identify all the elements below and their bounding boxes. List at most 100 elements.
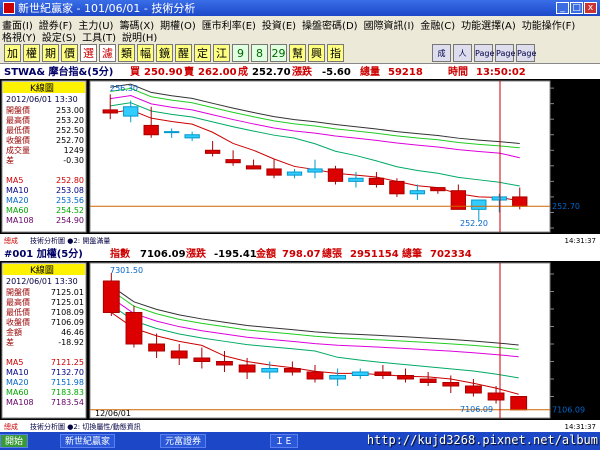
- ma-label: MA60: [6, 388, 29, 397]
- toolbar-button[interactable]: 8: [251, 44, 268, 62]
- toolbar-button[interactable]: 定: [194, 44, 211, 62]
- toolbar-button[interactable]: 幫: [289, 44, 306, 62]
- y-tick-label: 7250: [558, 305, 578, 314]
- chart-mtx: STWA& 摩台指&(5分) 買 250.90 賣 262.00 成 252.70 漲跌 -5.…: [0, 64, 600, 246]
- toolbar-page-button[interactable]: Page: [495, 44, 515, 62]
- candle-body: [261, 368, 279, 373]
- amount-label: 金額: [255, 247, 276, 260]
- info-label: 最高價: [6, 297, 30, 307]
- ma-value: 7151.98: [51, 378, 84, 387]
- menu-item[interactable]: 國際資訊(I): [364, 21, 415, 32]
- info-value: 253.20: [56, 116, 84, 125]
- candle-body: [283, 368, 301, 373]
- start-button[interactable]: 開始: [0, 434, 29, 448]
- y-tick-label: 253.5: [558, 177, 581, 186]
- ma-label: MA5: [6, 176, 23, 185]
- ma-value: 253.08: [56, 186, 84, 195]
- vol-value: 2951154: [350, 249, 399, 260]
- y-tick-label: 7175: [558, 358, 578, 367]
- toolbar-button[interactable]: 29: [270, 44, 287, 62]
- info-label: 差: [6, 155, 14, 165]
- last-value: 252.70: [252, 67, 291, 78]
- footer-left: 總成: [4, 422, 18, 431]
- close-button[interactable]: x: [584, 2, 597, 14]
- menu-item[interactable]: 投資(E): [262, 21, 296, 32]
- candle-body: [487, 392, 505, 401]
- menu-item[interactable]: 期權(O): [160, 21, 196, 32]
- ma-label: MA10: [6, 368, 29, 377]
- time-value: 13:50:02: [476, 67, 526, 78]
- info-title: K線圖: [30, 82, 54, 94]
- toolbar-page-button[interactable]: 成: [432, 44, 451, 62]
- toolbar-button[interactable]: 幅: [137, 44, 154, 62]
- chg-label: 漲跌: [292, 65, 313, 78]
- candle-body: [102, 280, 120, 313]
- candle-body: [351, 371, 369, 376]
- info-label: 金額: [6, 327, 22, 337]
- menu-item[interactable]: 功能操作(F): [522, 21, 576, 32]
- taskbar-item[interactable]: 元富證券: [160, 434, 207, 448]
- ma-value: 7121.25: [51, 358, 84, 367]
- info-label: 開盤價: [6, 287, 30, 297]
- toolbar-page-button[interactable]: Page: [516, 44, 536, 62]
- vol-label: 總量: [360, 65, 380, 78]
- toolbar-button[interactable]: 江: [213, 44, 230, 62]
- toolbar-button[interactable]: 濾: [99, 44, 116, 62]
- menu-item[interactable]: 功能選擇(A): [461, 21, 516, 32]
- toolbar-button[interactable]: 價: [61, 44, 78, 62]
- toolbar-button[interactable]: 期: [42, 44, 59, 62]
- candle-body: [306, 371, 324, 380]
- time-label: 時間: [448, 65, 468, 78]
- candle-body: [123, 106, 139, 117]
- toolbar-button[interactable]: 9: [232, 44, 249, 62]
- candle-body: [307, 168, 323, 173]
- chg-label: 漲跌: [186, 247, 207, 260]
- toolbar-button[interactable]: 加: [4, 44, 21, 62]
- toolbar-button[interactable]: 選: [80, 44, 97, 62]
- candle-body: [216, 361, 233, 366]
- vol-label: 總張: [322, 247, 343, 260]
- candle-body: [266, 168, 282, 176]
- bid-label: 買: [130, 66, 140, 78]
- toolbar: 加權期價選濾類幅鏡醒定江 9 8 29 幫興指成人 Page Page Page: [0, 42, 600, 64]
- candle-body: [164, 131, 180, 134]
- plot-area: [89, 262, 551, 419]
- toolbar-button[interactable]: 指: [327, 44, 344, 62]
- toolbar-page-button[interactable]: 人: [453, 44, 472, 62]
- ma-value: 254.52: [56, 206, 84, 215]
- info-value: -0.30: [63, 156, 84, 165]
- minimize-button[interactable]: _: [556, 2, 569, 14]
- candle-body: [465, 385, 482, 394]
- ma-label: MA20: [6, 378, 29, 387]
- ask-label: 賣: [184, 65, 195, 78]
- symbol-label: STWA& 摩台指&(5分): [4, 65, 113, 78]
- candle-body: [148, 343, 166, 352]
- vol-value: 59218: [388, 67, 423, 78]
- index-label: 指數: [110, 247, 130, 260]
- info-value: 252.70: [56, 136, 84, 145]
- toolbar-button[interactable]: 鏡: [156, 44, 173, 62]
- footer-middle: 技術分析圖 ●2: 切換屬性/動態資訊: [30, 422, 141, 431]
- toolbar-button[interactable]: 醒: [175, 44, 192, 62]
- y-tick-label: 7125: [558, 393, 578, 402]
- toolbar-button[interactable]: 興: [308, 44, 325, 62]
- info-value: 7106.09: [51, 318, 84, 327]
- toolbar-button[interactable]: 類: [118, 44, 135, 62]
- candle-body: [125, 312, 143, 345]
- toolbar-page-button[interactable]: Page: [474, 44, 494, 62]
- y-tick-label: 252: [558, 224, 573, 233]
- candle-body: [238, 364, 256, 373]
- y-tick-label: 254: [558, 162, 573, 171]
- candle-body: [389, 180, 405, 195]
- maximize-button[interactable]: □: [570, 2, 583, 14]
- toolbar-button[interactable]: 權: [23, 44, 40, 62]
- candle-body: [397, 375, 414, 380]
- menu-item[interactable]: 匯市利率(E): [202, 21, 256, 32]
- taskbar-item[interactable]: 新世紀贏家: [60, 434, 116, 448]
- ma-label: MA108: [6, 398, 34, 407]
- menu-item[interactable]: 金融(C): [420, 21, 455, 32]
- candle-body: [170, 350, 188, 359]
- menu-item[interactable]: 操盤密碼(D): [302, 21, 358, 32]
- taskbar-item[interactable]: ＩＥ: [270, 434, 299, 448]
- candle-body: [102, 109, 118, 114]
